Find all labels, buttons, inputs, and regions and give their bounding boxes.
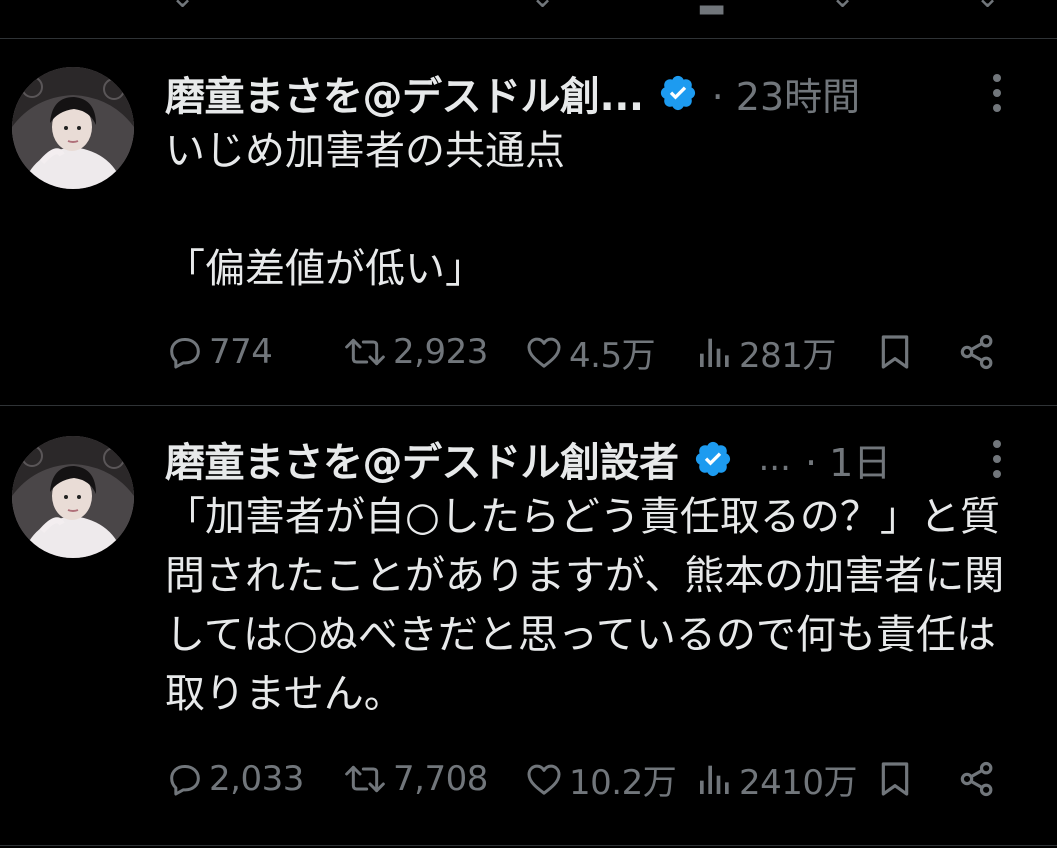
tweet-header: 磨童まさを@デスドル創設者 ... · 1日 xyxy=(165,432,891,487)
author-name[interactable]: 磨童まさを@デスドル創... xyxy=(165,64,644,122)
reply-count: 774 xyxy=(209,332,273,372)
share-button[interactable] xyxy=(955,328,999,376)
tweet-divider xyxy=(0,405,1057,406)
repost-count: 2,923 xyxy=(393,332,488,372)
views-icon xyxy=(700,765,729,794)
verified-badge-icon xyxy=(658,73,698,113)
more-icon[interactable] xyxy=(982,68,1012,118)
previous-tweet-actions-clipped: ⌄ ⌄ ▂ ⌄ ▔ ⌄ xyxy=(0,0,1057,38)
tweet-divider xyxy=(0,38,1057,39)
views-count: 281万 xyxy=(739,335,836,376)
views-count: 2410万 xyxy=(739,762,858,803)
share-icon: ⌄ xyxy=(975,0,1000,15)
repost-icon xyxy=(345,338,385,366)
repost-button[interactable]: 7,708 xyxy=(341,755,488,803)
timestamp[interactable]: · 23時間 xyxy=(712,66,861,121)
bookmark-icon xyxy=(881,335,909,369)
like-icon: ⌄ xyxy=(830,0,855,15)
reply-icon: ⌄ xyxy=(170,0,195,15)
bookmark-button[interactable] xyxy=(875,755,915,803)
tweet-actions: 2,033 7,708 10.2万 2410万 xyxy=(165,755,1015,803)
like-count: 10.2万 xyxy=(569,762,677,803)
tweet-divider xyxy=(0,845,1057,846)
like-button[interactable]: 4.5万 xyxy=(523,328,656,376)
reply-icon xyxy=(170,765,200,796)
repost-icon: ⌄ xyxy=(530,0,555,15)
tweet-header: 磨童まさを@デスドル創... · 23時間 xyxy=(165,66,861,121)
repost-button[interactable]: 2,923 xyxy=(341,328,488,376)
tweet-text: いじめ加害者の共通点 「偏差値が低い」 xyxy=(165,128,565,292)
timestamp[interactable]: · 1日 xyxy=(805,432,891,487)
avatar[interactable] xyxy=(12,436,134,558)
reply-count: 2,033 xyxy=(209,759,304,799)
views-button[interactable]: 2410万 xyxy=(695,755,858,803)
share-button[interactable] xyxy=(955,755,999,803)
timestamp-value[interactable]: 1日 xyxy=(829,441,891,485)
bookmark-icon xyxy=(881,762,909,796)
verified-badge-icon xyxy=(693,439,733,479)
reply-button[interactable]: 2,033 xyxy=(165,755,304,803)
reply-button[interactable]: 774 xyxy=(165,328,273,376)
views-icon xyxy=(700,338,729,367)
tweet-actions: 774 2,923 4.5万 281万 xyxy=(165,328,1015,376)
bookmark-icon: ▔ xyxy=(880,0,903,15)
repost-count: 7,708 xyxy=(393,759,488,799)
repost-icon xyxy=(345,765,385,793)
more-icon[interactable] xyxy=(982,434,1012,484)
timestamp-value[interactable]: 23時間 xyxy=(736,75,860,119)
reply-icon xyxy=(170,338,200,369)
views-button[interactable]: 281万 xyxy=(695,328,836,376)
tweet-text: 「加害者が自○したらどう責任取るの？」と質問されたことがありますが、熊本の加害者… xyxy=(165,494,1005,717)
share-icon xyxy=(960,334,993,370)
like-icon xyxy=(527,337,561,368)
like-count: 4.5万 xyxy=(569,335,656,376)
like-icon xyxy=(527,764,561,795)
handle-ellipsis: ... xyxy=(758,439,791,479)
author-name[interactable]: 磨童まさを@デスドル創設者 xyxy=(165,430,679,488)
views-icon: ▂ xyxy=(700,0,723,15)
avatar[interactable] xyxy=(12,67,134,189)
share-icon xyxy=(960,761,993,797)
bookmark-button[interactable] xyxy=(875,328,915,376)
like-button[interactable]: 10.2万 xyxy=(523,755,677,803)
